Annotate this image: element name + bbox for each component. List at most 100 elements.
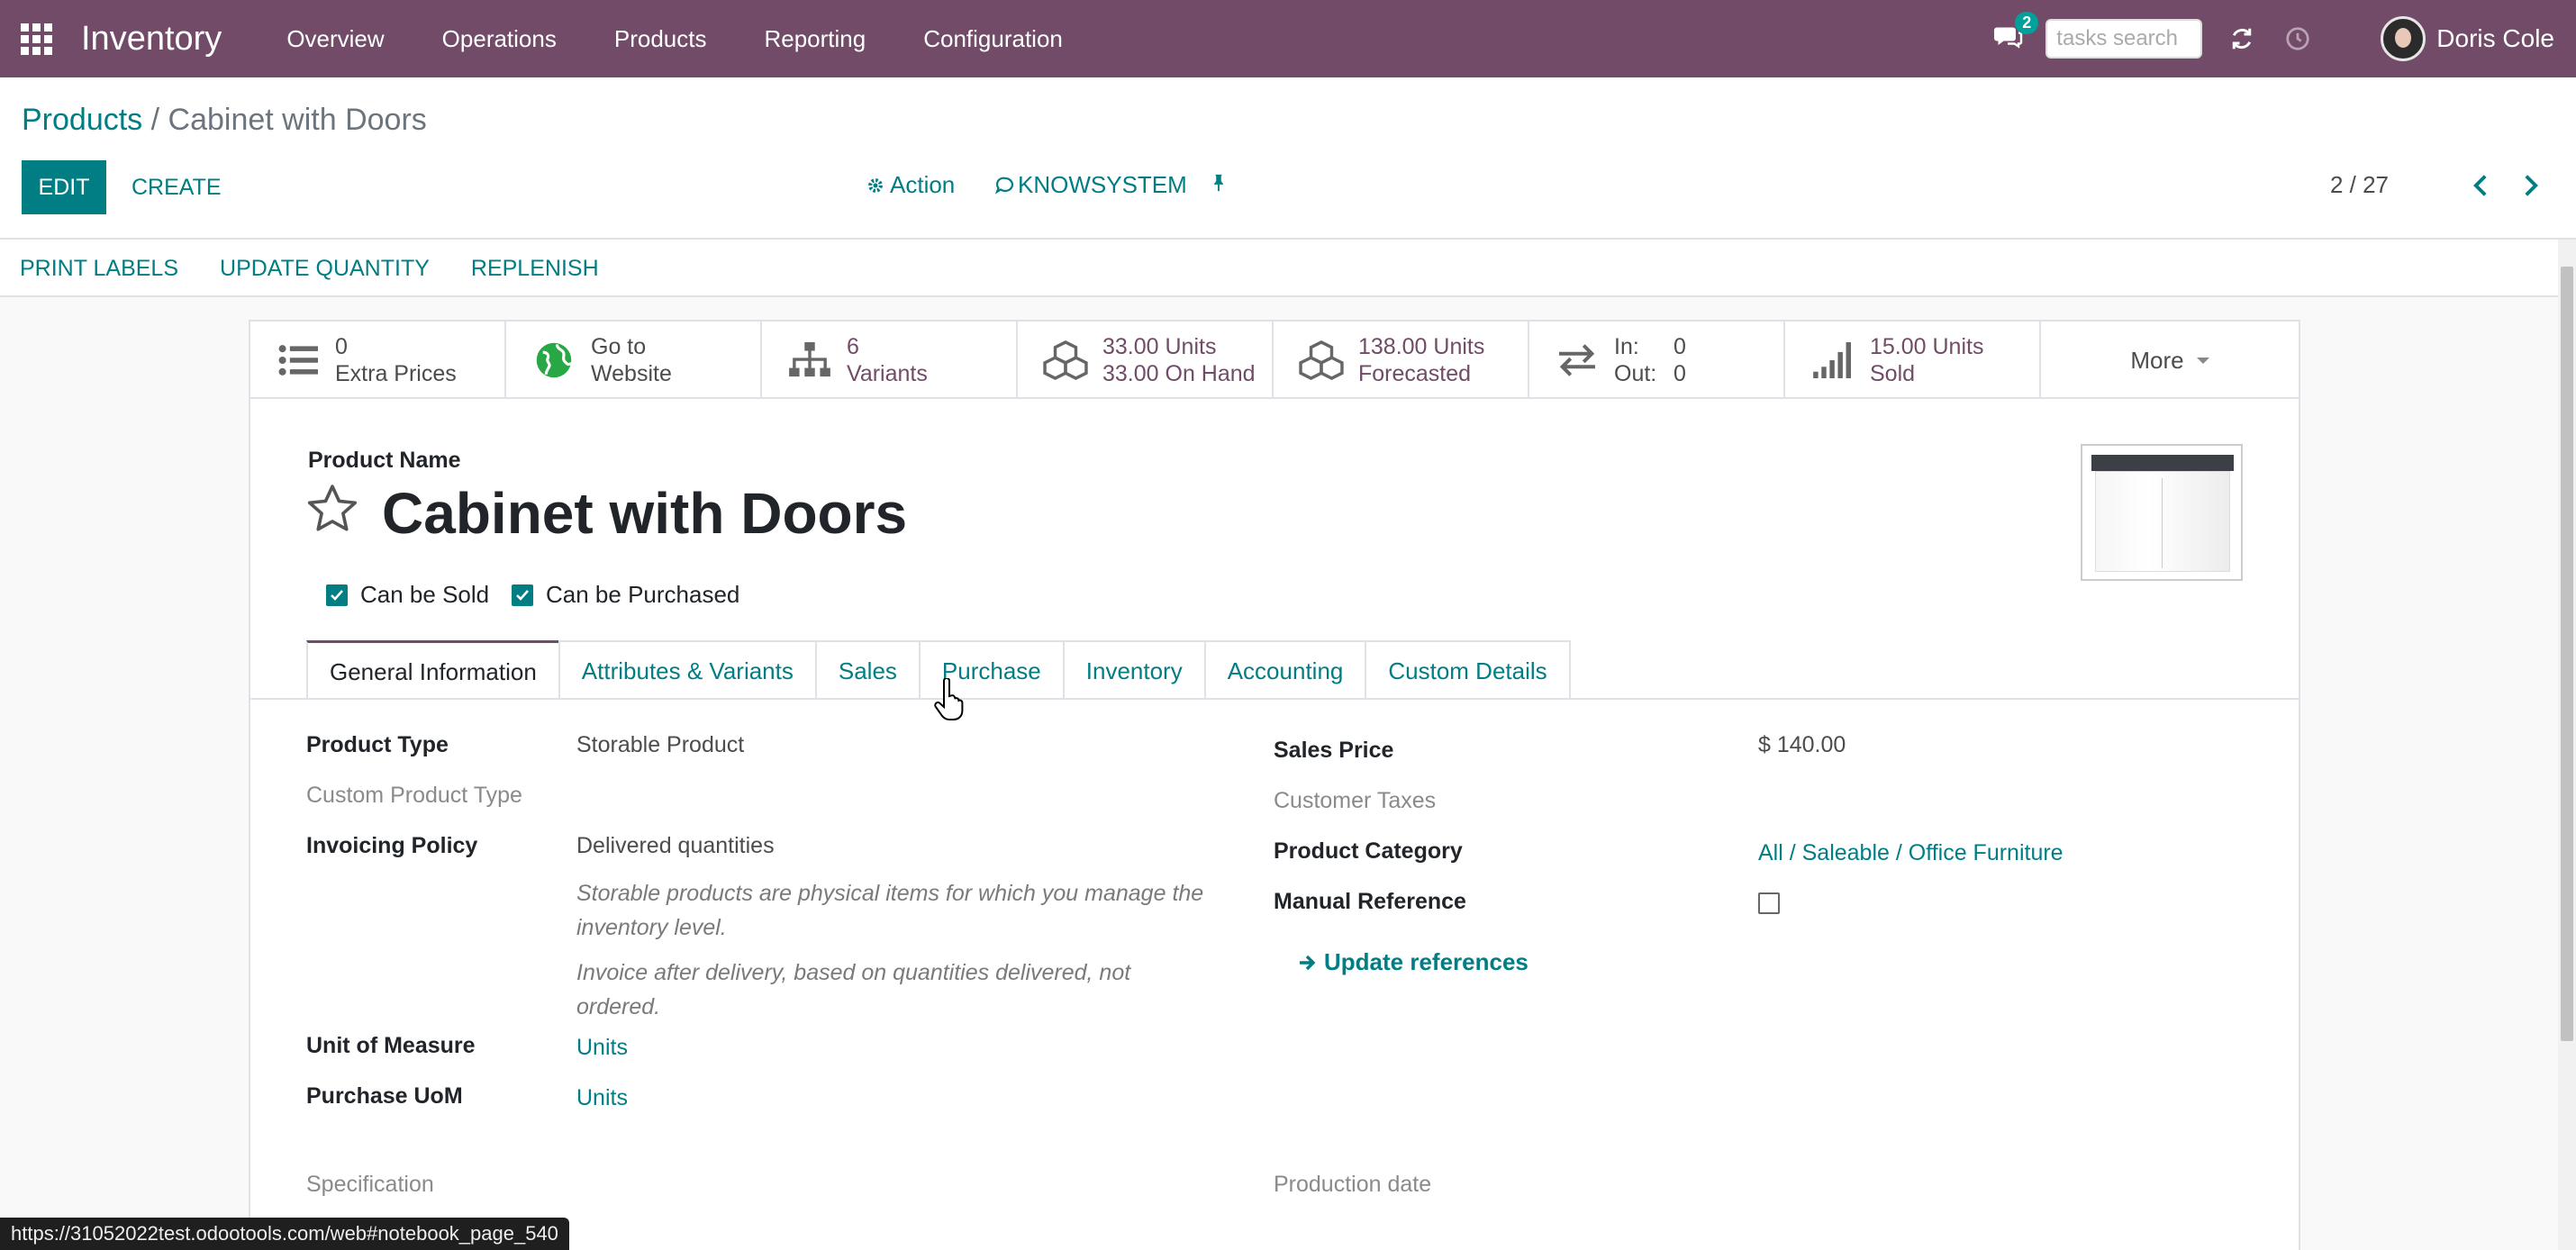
forecasted-units: 138.00 Units [1358, 334, 1485, 359]
user-avatar[interactable] [2381, 16, 2426, 61]
tasks-search-input[interactable] [2045, 19, 2203, 59]
on-hand-units: 33.00 Units [1102, 334, 1217, 359]
chat-bubble-icon [994, 177, 1014, 195]
purchase-uom-link[interactable]: Units [576, 1085, 628, 1111]
pin-icon[interactable] [1209, 171, 1229, 195]
cubes-icon [1043, 338, 1088, 383]
production-date-label: Production date [1274, 1172, 1432, 1197]
status-bar: PRINT LABELS UPDATE QUANTITY REPLENISH [0, 238, 2576, 297]
checkbox-checked-icon [326, 584, 348, 606]
purchase-uom-label: Purchase UoM [306, 1083, 463, 1109]
chat-icon[interactable]: 2 [1991, 12, 2039, 57]
on-hand-button[interactable]: 33.00 Units 33.00 On Hand [1018, 322, 1274, 399]
breadcrumb-separator: / [150, 103, 160, 137]
product-category-link[interactable]: All / Saleable / Office Furniture [1758, 840, 2064, 866]
manual-reference-checkbox[interactable] [1758, 892, 1780, 914]
forecasted-label: Forecasted [1358, 361, 1472, 386]
app-name[interactable]: Inventory [81, 20, 222, 59]
breadcrumb-current: Cabinet with Doors [168, 103, 427, 137]
print-labels-button[interactable]: PRINT LABELS [20, 256, 178, 282]
chevron-left-icon[interactable] [2466, 169, 2495, 202]
custom-product-type-label: Custom Product Type [306, 783, 522, 808]
sold-button[interactable]: 15.00 Units Sold [1785, 322, 2041, 399]
breadcrumb: Products / Cabinet with Doors [22, 103, 427, 138]
globe-icon [531, 338, 576, 383]
uom-link[interactable]: Units [576, 1035, 628, 1061]
update-quantity-button[interactable]: UPDATE QUANTITY [220, 256, 430, 282]
product-type-help: Storable products are physical items for… [576, 881, 1204, 940]
forecasted-button[interactable]: 138.00 Units Forecasted [1274, 322, 1529, 399]
knowsystem-label: KNOWSYSTEM [1018, 171, 1187, 198]
out-value: 0 [1673, 361, 1686, 386]
product-image[interactable] [2081, 444, 2243, 581]
tab-sales[interactable]: Sales [814, 640, 919, 700]
chat-count-badge: 2 [2015, 12, 2039, 34]
invoicing-policy-label: Invoicing Policy [306, 833, 478, 858]
customer-taxes-label: Customer Taxes [1274, 788, 1437, 813]
checkbox-checked-icon [512, 584, 533, 606]
exchange-icon [1555, 338, 1600, 383]
user-name[interactable]: Doris Cole [2436, 24, 2554, 53]
menu-configuration[interactable]: Configuration [894, 0, 1092, 77]
clock-icon[interactable] [2280, 21, 2316, 57]
sync-icon[interactable] [2224, 21, 2260, 57]
create-button[interactable]: CREATE [132, 160, 222, 214]
control-panel: Products / Cabinet with Doors EDIT CREAT… [0, 77, 2576, 297]
tab-attributes-variants[interactable]: Attributes & Variants [558, 640, 815, 700]
menu-overview[interactable]: Overview [258, 0, 413, 77]
cubes-icon [1299, 338, 1344, 383]
scrollbar-thumb[interactable] [2561, 267, 2573, 1041]
can-be-purchased-checkbox[interactable]: Can be Purchased [512, 581, 739, 609]
can-be-sold-label: Can be Sold [360, 581, 490, 608]
list-icon [276, 338, 321, 383]
page-scrollbar[interactable] [2558, 240, 2576, 1250]
replenish-button[interactable]: REPLENISH [471, 256, 599, 282]
sales-price-value: $ 140.00 [1758, 732, 1846, 757]
action-label: Action [890, 171, 956, 198]
hand-cursor-icon [933, 677, 969, 723]
out-label: Out: [1614, 361, 1657, 386]
manual-reference-label: Manual Reference [1274, 889, 1466, 914]
form-sheet: 0 Extra Prices Go to Website 6 Variants 33.… [249, 320, 2300, 1250]
url-tooltip: https://31052022test.odootools.com/web#n… [0, 1218, 569, 1250]
product-category-label: Product Category [1274, 838, 1463, 864]
menu-operations[interactable]: Operations [413, 0, 585, 77]
action-dropdown[interactable]: Action [866, 171, 955, 199]
update-references-label: Update references [1324, 948, 1528, 975]
uom-label: Unit of Measure [306, 1033, 476, 1058]
knowsystem-button[interactable]: KNOWSYSTEM [994, 171, 1187, 199]
extra-prices-value: 0 [335, 334, 348, 359]
tab-accounting[interactable]: Accounting [1203, 640, 1365, 700]
tab-custom-details[interactable]: Custom Details [1365, 640, 1571, 700]
more-dropdown[interactable]: More [2041, 322, 2299, 399]
in-out-button[interactable]: In: 0 Out: 0 [1529, 322, 1785, 399]
can-be-sold-checkbox[interactable]: Can be Sold [326, 581, 489, 609]
website-line2: Website [591, 361, 672, 386]
gear-icon [868, 177, 883, 193]
product-name-label: Product Name [308, 448, 461, 473]
tab-general-information[interactable]: General Information [306, 640, 558, 700]
edit-button[interactable]: EDIT [22, 160, 106, 214]
product-type-label: Product Type [306, 732, 449, 757]
menu-reporting[interactable]: Reporting [735, 0, 894, 77]
pager-value[interactable]: 2 / 27 [2330, 171, 2389, 199]
product-type-value: Storable Product [576, 732, 745, 757]
sitemap-icon [787, 338, 832, 383]
in-label: In: [1614, 334, 1639, 359]
arrow-right-icon [1300, 955, 1316, 970]
update-references-button[interactable]: Update references [1297, 948, 1528, 976]
variants-count: 6 [847, 334, 859, 359]
extra-prices-button[interactable]: 0 Extra Prices [250, 322, 506, 399]
menu-products[interactable]: Products [585, 0, 736, 77]
tab-inventory[interactable]: Inventory [1062, 640, 1204, 700]
variants-button[interactable]: 6 Variants [762, 322, 1018, 399]
star-icon[interactable] [304, 482, 360, 538]
caret-down-icon [2196, 357, 2209, 364]
product-title: Cabinet with Doors [382, 481, 908, 546]
breadcrumb-products[interactable]: Products [22, 103, 142, 137]
go-to-website-button[interactable]: Go to Website [506, 322, 762, 399]
on-hand-label: 33.00 On Hand [1102, 361, 1256, 386]
chevron-right-icon[interactable] [2517, 169, 2545, 202]
website-line1: Go to [591, 334, 647, 359]
apps-menu-icon[interactable] [0, 0, 72, 77]
